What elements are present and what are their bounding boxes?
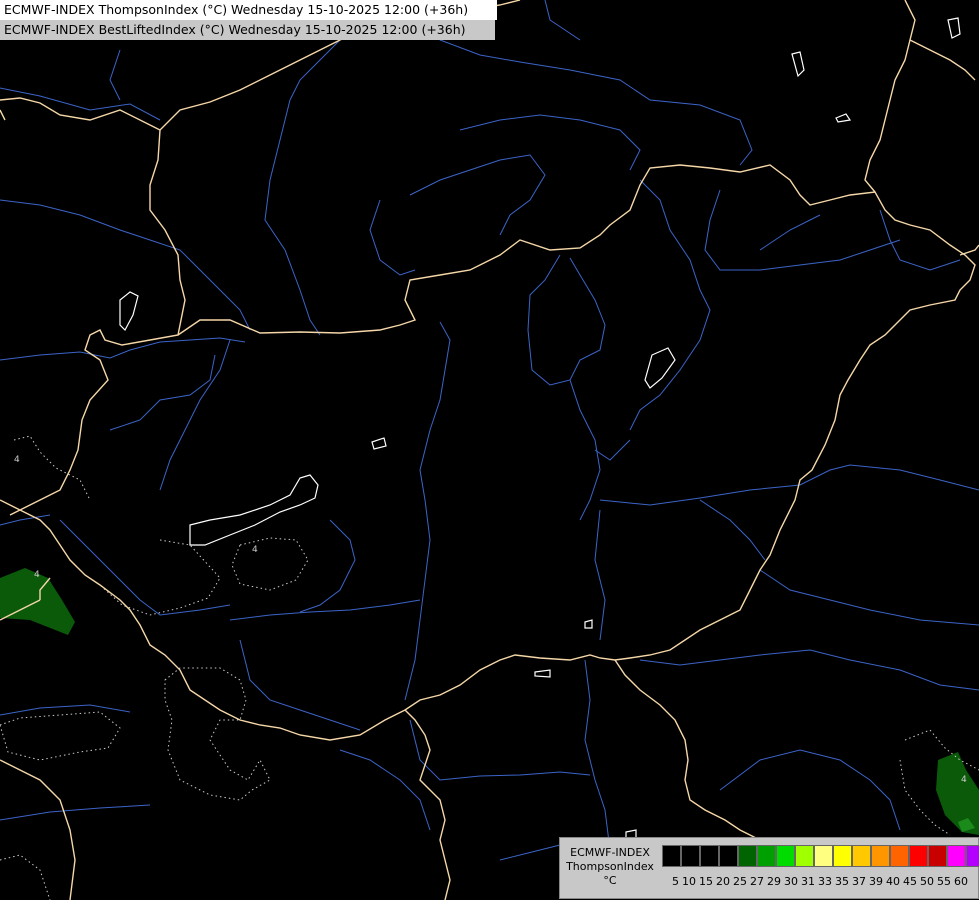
legend-tick-label: 29 bbox=[767, 875, 781, 888]
legend-tick-label: 60 bbox=[954, 875, 968, 888]
svg-text:4: 4 bbox=[252, 545, 258, 555]
svg-text:4: 4 bbox=[34, 570, 40, 580]
legend-tick-label: 25 bbox=[733, 875, 747, 888]
legend-unit: °C bbox=[603, 874, 617, 887]
legend-swatch bbox=[662, 845, 681, 867]
legend-tick-label: 55 bbox=[937, 875, 951, 888]
legend-tick-label: 50 bbox=[920, 875, 934, 888]
legend-title: ECMWF-INDEX ThompsonIndex °C bbox=[562, 846, 658, 888]
title-line-thompson: ECMWF-INDEX ThompsonIndex (°C) Wednesday… bbox=[0, 0, 497, 20]
legend-swatch bbox=[681, 845, 700, 867]
legend-swatch bbox=[833, 845, 852, 867]
map-canvas: 4 4 4 4 bbox=[0, 0, 979, 900]
legend-swatch bbox=[852, 845, 871, 867]
legend-tick-label: 20 bbox=[716, 875, 730, 888]
legend-tick-label: 30 bbox=[784, 875, 798, 888]
legend-tick-labels: 5 10 15 20 25 27 29 30 31 33 35 37 39 40 45 50 55 60 bbox=[662, 875, 968, 888]
legend-tick-label: 45 bbox=[903, 875, 917, 888]
legend-swatch bbox=[928, 845, 947, 867]
title-line-bestlifted: ECMWF-INDEX BestLiftedIndex (°C) Wednesd… bbox=[0, 20, 495, 40]
legend-swatch bbox=[814, 845, 833, 867]
legend-swatches bbox=[662, 845, 979, 867]
legend-tick-label: 31 bbox=[801, 875, 815, 888]
color-legend: ECMWF-INDEX ThompsonIndex °C 5 10 15 20 25 27… bbox=[559, 837, 979, 899]
svg-text:4: 4 bbox=[14, 455, 20, 465]
legend-swatch bbox=[757, 845, 776, 867]
legend-tick-label: 5 bbox=[672, 875, 679, 888]
legend-tick-label: 35 bbox=[835, 875, 849, 888]
legend-tick-label: 10 bbox=[682, 875, 696, 888]
legend-swatch bbox=[871, 845, 890, 867]
svg-text:4: 4 bbox=[961, 775, 967, 785]
legend-swatch bbox=[719, 845, 738, 867]
legend-tick-label: 33 bbox=[818, 875, 832, 888]
legend-swatch bbox=[776, 845, 795, 867]
legend-swatch bbox=[947, 845, 966, 867]
legend-swatch bbox=[890, 845, 909, 867]
legend-tick-label: 40 bbox=[886, 875, 900, 888]
legend-tick-label: 15 bbox=[699, 875, 713, 888]
map-title: ECMWF-INDEX ThompsonIndex (°C) Wednesday… bbox=[0, 0, 497, 40]
legend-swatch bbox=[909, 845, 928, 867]
legend-swatch bbox=[700, 845, 719, 867]
legend-param: ThompsonIndex bbox=[566, 860, 654, 873]
legend-swatch bbox=[738, 845, 757, 867]
legend-tick-label: 39 bbox=[869, 875, 883, 888]
legend-model: ECMWF-INDEX bbox=[570, 846, 650, 859]
legend-tick-label: 37 bbox=[852, 875, 866, 888]
legend-swatch bbox=[795, 845, 814, 867]
legend-tick-label: 27 bbox=[750, 875, 764, 888]
legend-swatch bbox=[966, 845, 979, 867]
